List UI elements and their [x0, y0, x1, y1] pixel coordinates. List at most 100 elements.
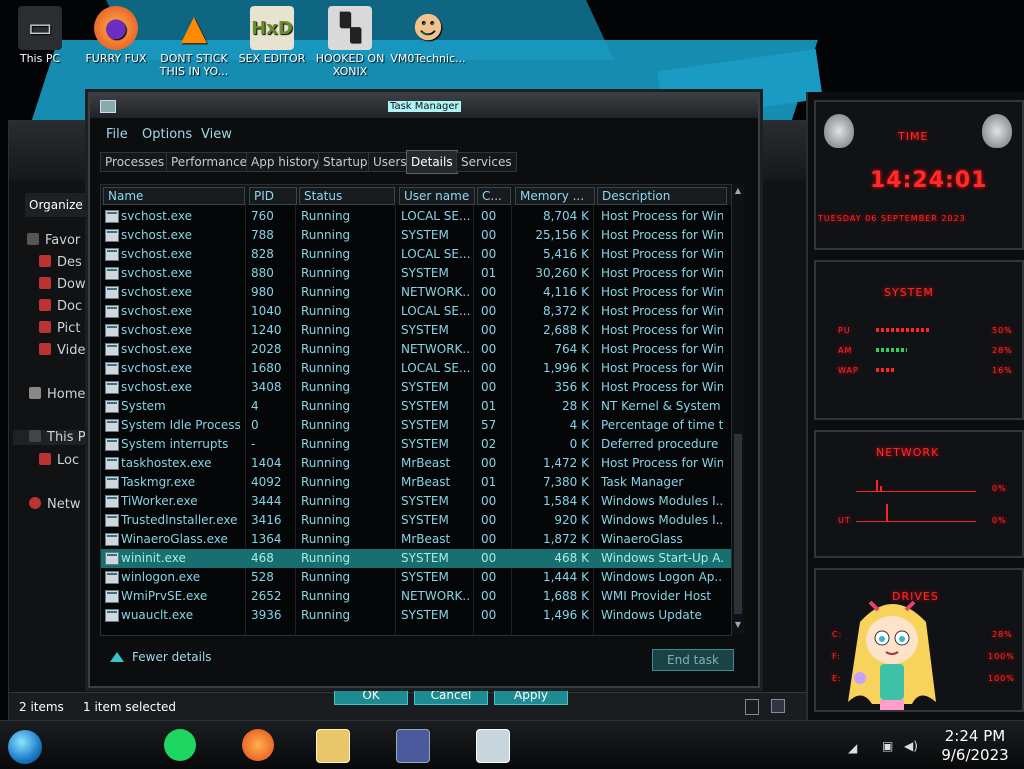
- cell-cpu: 01: [481, 475, 497, 489]
- homegroup-icon: [29, 387, 41, 399]
- nav-local-disk[interactable]: Loc: [39, 453, 79, 468]
- column-header-cpu[interactable]: C...: [477, 187, 511, 205]
- cancel-button[interactable]: Cancel: [414, 685, 488, 705]
- table-row[interactable]: svchost.exe 760 Running LOCAL SE... 00 8,704 …: [101, 207, 731, 226]
- column-header-memory[interactable]: Memory ...: [515, 187, 595, 205]
- table-row[interactable]: WmiPrvSE.exe 2652 Running NETWORK... 00 1,688…: [101, 587, 731, 606]
- nav-network[interactable]: Netw: [29, 497, 80, 512]
- table-row[interactable]: System 4 Running SYSTEM 01 28 K NT Kernel & Sy…: [101, 397, 731, 416]
- start-button[interactable]: [8, 730, 42, 764]
- details-view-icon[interactable]: [745, 699, 759, 715]
- desktop-icon-this-pc[interactable]: ▭ This PC: [2, 6, 78, 65]
- table-row[interactable]: TrustedInstaller.exe 3416 Running SYSTEM 00 9…: [101, 511, 731, 530]
- column-header-pid[interactable]: PID: [249, 187, 297, 205]
- firefox-icon[interactable]: [242, 729, 274, 761]
- desktop-icon-sex-editor[interactable]: HxD SEX EDITOR: [234, 6, 310, 65]
- large-icons-view-icon[interactable]: [771, 699, 785, 713]
- nav-this-pc[interactable]: This P: [13, 430, 88, 445]
- cell-description: Host Process for Win...: [601, 456, 723, 470]
- cell-description: Host Process for Win...: [601, 342, 723, 356]
- spotify-icon[interactable]: [164, 729, 196, 761]
- menu-view[interactable]: View: [201, 127, 232, 142]
- tab-app-history[interactable]: App history: [246, 152, 325, 172]
- process-icon: [105, 590, 119, 603]
- table-row[interactable]: System Idle Process 0 Running SYSTEM 57 4 K Pe…: [101, 416, 731, 435]
- net-in-value: 0%: [992, 484, 1007, 493]
- column-header-name[interactable]: Name: [103, 187, 245, 205]
- network-tray-icon[interactable]: ▣: [882, 739, 893, 753]
- nav-homegroup[interactable]: Home: [29, 387, 85, 402]
- title-bar[interactable]: Task Manager: [90, 94, 758, 118]
- cell-name: wininit.exe: [121, 551, 186, 565]
- taskbar-clock[interactable]: 2:24 PM 9/6/2023: [932, 727, 1018, 765]
- table-row[interactable]: svchost.exe 788 Running SYSTEM 00 25,156 K Hos…: [101, 226, 731, 245]
- cell-description: Host Process for Win...: [601, 285, 723, 299]
- tab-performance[interactable]: Performance: [166, 152, 253, 172]
- tab-startup[interactable]: Startup: [318, 152, 373, 172]
- table-row[interactable]: Taskmgr.exe 4092 Running MrBeast 01 7,380 K Ta…: [101, 473, 731, 492]
- desktop-icon-furry-fux[interactable]: ● FURRY FUX: [78, 6, 154, 65]
- column-header-description[interactable]: Description: [597, 187, 727, 205]
- column-header-status[interactable]: Status: [299, 187, 395, 205]
- file-explorer-icon[interactable]: [316, 729, 350, 763]
- menu-options[interactable]: Options: [142, 127, 192, 142]
- nav-downloads[interactable]: Dow: [39, 277, 86, 292]
- end-task-button[interactable]: End task: [652, 649, 734, 671]
- cell-memory: 30,260 K: [535, 266, 589, 280]
- table-row[interactable]: winlogon.exe 528 Running SYSTEM 00 1,444 K Win…: [101, 568, 731, 587]
- cell-pid: 3444: [251, 494, 282, 508]
- scroll-down-arrow-icon[interactable]: ▼: [733, 620, 743, 630]
- organize-button[interactable]: Organize: [25, 193, 91, 217]
- control-panel-icon[interactable]: [396, 729, 430, 763]
- cell-memory: 764 K: [554, 342, 589, 356]
- table-row[interactable]: WinaeroGlass.exe 1364 Running MrBeast 00 1,87…: [101, 530, 731, 549]
- menu-file[interactable]: File: [106, 127, 128, 142]
- cell-description: Host Process for Win...: [601, 247, 723, 261]
- cpu-usage-bar: [876, 328, 931, 332]
- task-manager-icon[interactable]: [476, 729, 510, 763]
- desktop-icon-vlc[interactable]: ▲ DONT STICK THIS IN YO...: [156, 6, 232, 79]
- table-row[interactable]: System interrupts - Running SYSTEM 02 0 K Defe…: [101, 435, 731, 454]
- table-row[interactable]: svchost.exe 3408 Running SYSTEM 00 356 K Host …: [101, 378, 731, 397]
- table-row[interactable]: svchost.exe 1240 Running SYSTEM 00 2,688 K Hos…: [101, 321, 731, 340]
- fewer-details-button[interactable]: Fewer details: [110, 650, 212, 664]
- table-row[interactable]: svchost.exe 2028 Running NETWORK... 00 764 K H…: [101, 340, 731, 359]
- cell-pid: 0: [251, 418, 259, 432]
- vertical-scrollbar[interactable]: ▲ ▼: [731, 184, 744, 634]
- scroll-up-arrow-icon[interactable]: ▲: [733, 186, 743, 196]
- table-row[interactable]: wininit.exe 468 Running SYSTEM 00 468 K Window…: [101, 549, 731, 568]
- apply-button[interactable]: Apply: [494, 685, 568, 705]
- cell-pid: 1364: [251, 532, 282, 546]
- desktop-icon-vm0technic[interactable]: ☻ VM0Technic...: [390, 6, 466, 65]
- cell-description: Host Process for Win...: [601, 228, 723, 242]
- tab-details[interactable]: Details: [406, 150, 458, 174]
- desktop-icon: [39, 255, 51, 267]
- cell-status: Running: [301, 361, 351, 375]
- scrollbar-thumb[interactable]: [734, 434, 742, 614]
- tab-processes[interactable]: Processes: [100, 152, 170, 172]
- table-row[interactable]: taskhostex.exe 1404 Running MrBeast 00 1,472 …: [101, 454, 731, 473]
- table-row[interactable]: svchost.exe 980 Running NETWORK... 00 4,116 K…: [101, 283, 731, 302]
- table-row[interactable]: TiWorker.exe 3444 Running SYSTEM 00 1,584 K Wi…: [101, 492, 731, 511]
- table-row[interactable]: svchost.exe 1680 Running LOCAL SE... 00 1,996…: [101, 359, 731, 378]
- table-row[interactable]: svchost.exe 828 Running LOCAL SE... 00 5,416 …: [101, 245, 731, 264]
- tab-services[interactable]: Services: [456, 152, 517, 172]
- table-row[interactable]: svchost.exe 1040 Running LOCAL SE... 00 8,372…: [101, 302, 731, 321]
- cell-name: svchost.exe: [121, 247, 192, 261]
- videos-icon: [39, 343, 51, 355]
- desktop-icon-hooked-on-xonix[interactable]: ▚ HOOKED ON XONIX: [312, 6, 388, 78]
- nav-desktop[interactable]: Des: [39, 255, 82, 270]
- nav-documents[interactable]: Doc: [39, 299, 82, 314]
- show-hidden-icons-chevron-icon[interactable]: ◢: [848, 741, 857, 755]
- table-row[interactable]: svchost.exe 880 Running SYSTEM 01 30,260 K Hos…: [101, 264, 731, 283]
- nav-favorites[interactable]: Favor: [27, 233, 80, 248]
- ok-button[interactable]: OK: [334, 685, 408, 705]
- nav-videos[interactable]: Vide: [39, 343, 85, 358]
- nav-pictures[interactable]: Pict: [39, 321, 80, 336]
- column-header-user-name[interactable]: User name: [399, 187, 475, 205]
- cell-description: Windows Start-Up A...: [601, 551, 723, 565]
- cell-name: taskhostex.exe: [121, 456, 212, 470]
- volume-icon[interactable]: ◀): [904, 739, 918, 753]
- cell-name: svchost.exe: [121, 304, 192, 318]
- table-row[interactable]: wuauclt.exe 3936 Running SYSTEM 00 1,496 K Win…: [101, 606, 731, 625]
